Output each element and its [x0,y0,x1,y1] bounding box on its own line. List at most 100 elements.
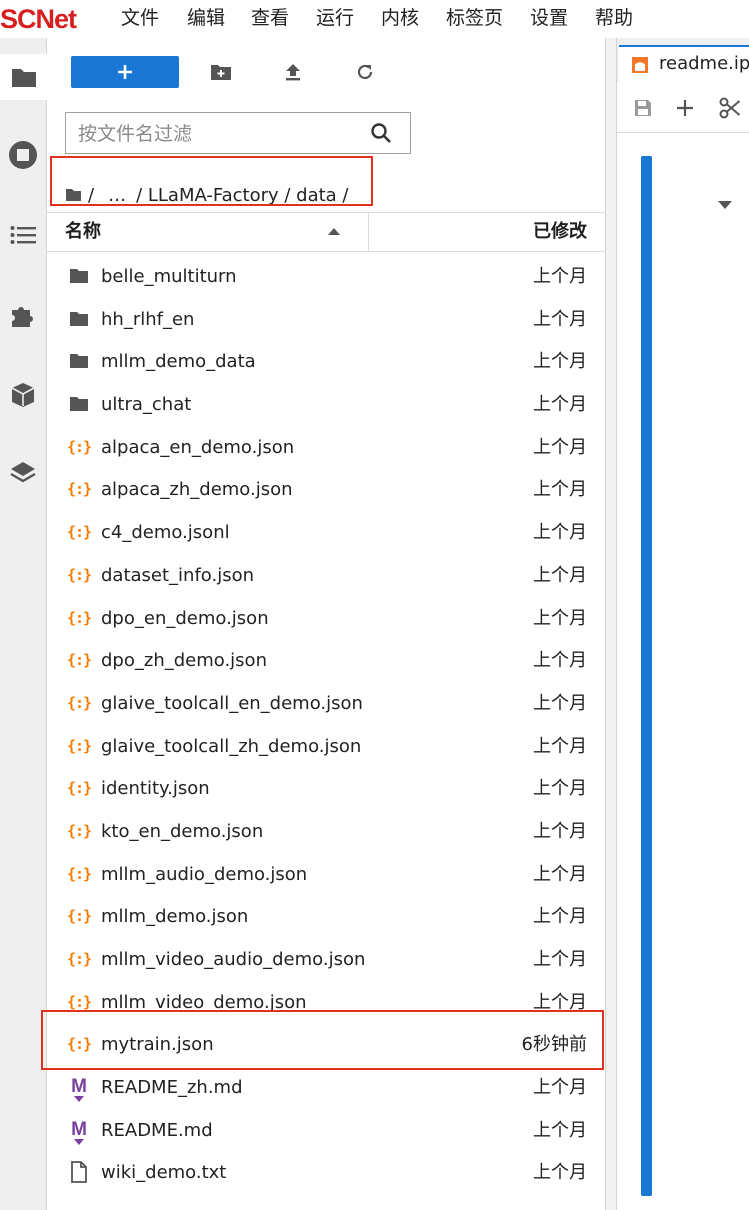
breadcrumb-separator: / [88,184,95,206]
file-modified: 上个月 [533,607,587,629]
new-folder-button[interactable] [203,56,239,88]
file-modified: 上个月 [533,650,587,672]
breadcrumb: / … / LLaMA-Factory / data / [65,178,354,212]
file-row[interactable]: wiki_demo.txt 上个月 [47,1152,605,1195]
puzzle-icon [12,307,33,327]
file-name: alpaca_zh_demo.json [101,479,293,501]
scnet-logo: SCNet [0,3,77,34]
file-row[interactable]: {:} glaive_toolcall_zh_demo.json 上个月 [47,726,605,769]
running-sessions-tab[interactable] [0,132,46,178]
refresh-button[interactable] [347,56,383,88]
menu-view[interactable]: 查看 [251,0,289,38]
json-file-icon: {:} [66,779,92,798]
file-modified: 上个月 [533,266,587,287]
plus-icon[interactable] [676,99,694,117]
file-row[interactable]: {:} alpaca_en_demo.json 上个月 [47,427,605,470]
file-row[interactable]: {:} mllm_video_demo.json 上个月 [47,982,605,1025]
file-modified: 上个月 [533,564,587,586]
file-row[interactable]: {:} alpaca_zh_demo.json 上个月 [47,469,605,512]
menu-tabs[interactable]: 标签页 [446,0,503,38]
sort-ascending-icon[interactable] [327,227,341,236]
file-row[interactable]: {:} c4_demo.jsonl 上个月 [47,512,605,555]
menu-run[interactable]: 运行 [316,0,354,38]
file-type-icon-slot: {:} [66,607,92,629]
save-icon[interactable] [633,98,653,118]
json-file-icon: {:} [66,864,92,883]
file-row[interactable]: M README_zh.md 上个月 [47,1067,605,1110]
file-row[interactable]: {:} mllm_demo.json 上个月 [47,896,605,939]
file-row[interactable]: {:} mytrain.json 6秒钟前 [47,1024,605,1067]
scissors-icon[interactable] [719,97,741,119]
layers-tab[interactable] [0,450,46,496]
json-file-icon: {:} [66,565,92,584]
file-type-icon-slot [68,393,90,415]
folder-icon[interactable] [65,188,82,202]
file-row[interactable]: mllm_demo_data 上个月 [47,341,605,384]
menu-edit[interactable]: 编辑 [187,0,225,38]
file-type-icon-slot: {:} [67,692,92,714]
search-icon [371,123,391,143]
file-type-icon-slot: {:} [67,649,92,671]
active-cell-indicator[interactable] [641,156,652,1196]
file-type-icon-slot [68,265,90,287]
file-browser: / … / LLaMA-Factory / data / 名称 已修改 bell… [41,38,605,1210]
file-name: mllm_demo_data [101,351,256,373]
file-modified: 上个月 [533,820,587,842]
file-name: kto_en_demo.json [101,820,264,842]
file-row[interactable]: {:} glaive_toolcall_en_demo.json 上个月 [47,683,605,726]
column-divider[interactable] [368,213,369,251]
file-name: README.md [101,1119,213,1141]
file-type-icon-slot: {:} [66,948,92,970]
file-row[interactable]: {:} kto_en_demo.json 上个月 [47,811,605,854]
filter-input[interactable] [76,117,360,151]
file-name: ultra_chat [101,394,192,416]
menu-file[interactable]: 文件 [121,0,159,38]
table-of-contents-tab[interactable] [0,212,46,258]
file-row[interactable]: belle_multiturn 上个月 [47,256,605,299]
file-browser-tab[interactable] [0,54,47,100]
upload-button[interactable] [275,56,311,88]
file-name: hh_rlhf_en [101,308,195,330]
file-type-icon-slot: {:} [66,777,92,799]
panel-splitter[interactable] [605,38,617,1210]
extensions-tab[interactable] [0,292,46,338]
file-type-icon-slot: {:} [67,735,92,757]
notebook-toolbar [617,82,749,133]
file-row[interactable]: {:} dpo_zh_demo.json 上个月 [47,640,605,683]
file-row[interactable]: {:} dataset_info.json 上个月 [47,555,605,598]
file-type-icon-slot: M [68,1076,90,1103]
menu-kernel[interactable]: 内核 [381,0,419,38]
file-row[interactable]: M README.md 上个月 [47,1110,605,1153]
property-inspector-tab[interactable] [0,372,46,418]
file-row[interactable]: {:} identity.json 上个月 [47,768,605,811]
json-file-icon: {:} [66,608,92,627]
breadcrumb-path[interactable]: / LLaMA-Factory / data / [136,185,348,206]
menu-settings[interactable]: 设置 [530,0,568,38]
menu-help[interactable]: 帮助 [595,0,633,38]
breadcrumb-ellipsis[interactable]: … [108,185,126,206]
file-row[interactable]: hh_rlhf_en 上个月 [47,299,605,342]
json-file-icon: {:} [66,821,92,840]
name-column-header[interactable]: 名称 [65,213,101,251]
folder-icon [70,269,88,283]
folder-icon [70,397,88,412]
modified-column-header[interactable]: 已修改 [533,213,587,251]
file-name: alpaca_en_demo.json [101,436,295,458]
file-modified: 上个月 [533,522,587,544]
file-name: dpo_zh_demo.json [101,650,267,672]
file-modified: 上个月 [533,735,587,757]
new-launcher-button[interactable] [71,56,179,88]
file-name: identity.json [101,778,210,800]
tab-readme-notebook[interactable]: readme.ipynb [619,45,749,82]
collapse-caret-icon[interactable] [717,200,733,210]
file-row[interactable]: {:} mllm_audio_demo.json 上个月 [47,854,605,897]
file-row[interactable]: {:} dpo_en_demo.json 上个月 [47,598,605,641]
json-file-icon: {:} [66,437,92,456]
file-type-icon-slot [68,308,90,330]
file-modified: 上个月 [533,308,587,330]
file-name: mllm_video_audio_demo.json [101,949,366,970]
notebook-panel: readme.ipynb [617,38,749,1210]
json-file-icon: {:} [66,950,92,968]
file-row[interactable]: {:} mllm_video_audio_demo.json 上个月 [47,939,605,982]
file-row[interactable]: ultra_chat 上个月 [47,384,605,427]
